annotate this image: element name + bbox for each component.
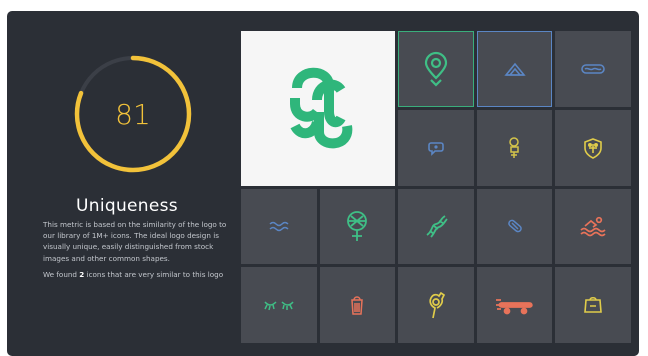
pyramid-icon [503, 61, 526, 77]
logo-preview [241, 31, 396, 186]
scale-weight-icon [583, 296, 603, 314]
icon-tile[interactable] [555, 267, 631, 343]
icon-tile[interactable] [319, 267, 396, 343]
icon-tile[interactable] [241, 267, 317, 343]
female-symbol-icon [346, 210, 368, 242]
waves-icon [268, 220, 290, 232]
score-value: 81 [115, 97, 151, 131]
score-ring: 81 [70, 51, 196, 177]
icon-tile[interactable] [398, 267, 474, 343]
icon-tile[interactable] [398, 109, 474, 186]
description-text: This metric is based on the similarity o… [43, 220, 227, 263]
uniqueness-panel: 81 Uniqueness This metric is based on th… [7, 11, 639, 356]
icon-tile[interactable] [398, 188, 474, 265]
icon-tile[interactable] [555, 188, 631, 265]
eyelashes-icon [263, 299, 295, 311]
dna-icon [423, 213, 449, 239]
icon-tile[interactable] [319, 188, 396, 265]
icon-tile[interactable] [398, 31, 474, 107]
chat-bubble-icon [428, 141, 444, 156]
icon-grid [241, 31, 631, 343]
icon-tile[interactable] [476, 31, 553, 107]
similar-count-text: We found 2 icons that are very similar t… [43, 269, 224, 279]
section-description: This metric is based on the similarity o… [43, 219, 229, 285]
icon-tile[interactable] [555, 109, 631, 186]
skateboard-icon [495, 295, 535, 315]
s-ribbon-logo [290, 68, 353, 149]
icon-tile[interactable] [241, 188, 317, 265]
strong-arm-icon [425, 290, 447, 320]
location-pin-icon [422, 51, 450, 87]
section-title: Uniqueness [76, 196, 178, 216]
basket-icon [349, 294, 365, 316]
icon-tile[interactable] [555, 31, 631, 107]
hotdog-icon [580, 62, 606, 76]
shield-crest-icon [583, 137, 603, 159]
icon-tile[interactable] [476, 109, 553, 186]
pill-icon [507, 218, 523, 234]
icon-tile[interactable] [476, 188, 553, 265]
figure-icon [507, 136, 523, 159]
swimmer-icon [579, 216, 607, 237]
icon-tile[interactable] [476, 267, 553, 343]
